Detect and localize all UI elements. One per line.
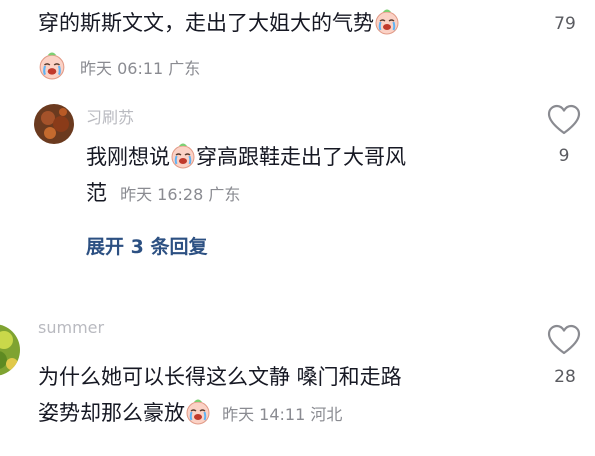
comment-bottom-time: 昨天 14:11: [222, 405, 306, 424]
comment-top-location: 广东: [168, 59, 201, 78]
reply-location: 广东: [208, 185, 241, 204]
comment-bottom-username[interactable]: summer: [38, 318, 104, 337]
crying-laughing-face-icon: [39, 52, 65, 80]
comment-top-text: 穿的斯斯文文，走出了大姐大的气势: [38, 6, 400, 40]
heart-icon[interactable]: [547, 324, 581, 356]
comment-top-body: 穿的斯斯文文，走出了大姐大的气势: [38, 11, 374, 35]
reply-text-line1: 我刚想说 穿高跟鞋走出了大哥风: [86, 140, 406, 174]
avatar[interactable]: [34, 104, 74, 144]
comment-bottom-location: 河北: [310, 405, 343, 424]
reply-username[interactable]: 习刷苏: [86, 104, 134, 128]
comment-bottom-meta: 昨天 14:11 河北: [222, 405, 342, 424]
reply-meta: 昨天 16:28 广东: [120, 185, 240, 204]
crying-laughing-face-icon: [186, 399, 210, 425]
expand-replies-link[interactable]: 展开 3 条回复: [86, 232, 207, 259]
reply-text-part1: 我刚想说: [86, 145, 170, 169]
comment-bottom-text-line2: 姿势却那么豪放 昨天 14:11 河北: [38, 396, 342, 430]
heart-icon[interactable]: [547, 104, 581, 136]
comment-bottom-text-line1: 为什么她可以长得这么文静 嗓门和走路: [38, 365, 402, 389]
avatar[interactable]: [0, 324, 20, 376]
reply-text-line2-body: 范: [86, 181, 107, 205]
comment-top-like-count: 79: [554, 14, 576, 34]
reply-text-line2: 范 昨天 16:28 广东: [86, 176, 240, 210]
reply-text-part2: 穿高跟鞋走出了大哥风: [196, 145, 406, 169]
reply-like-count: 9: [558, 146, 570, 166]
reply-time: 昨天 16:28: [120, 185, 204, 204]
comment-bottom-text-line2-body: 姿势却那么豪放: [38, 401, 185, 425]
comment-bottom-like-count: 28: [554, 367, 576, 387]
crying-laughing-face-icon: [375, 9, 399, 35]
comment-top-time: 昨天 06:11: [80, 59, 164, 78]
comment-top-meta: 昨天 06:11 广东: [80, 55, 200, 79]
crying-laughing-face-icon: [171, 143, 195, 169]
